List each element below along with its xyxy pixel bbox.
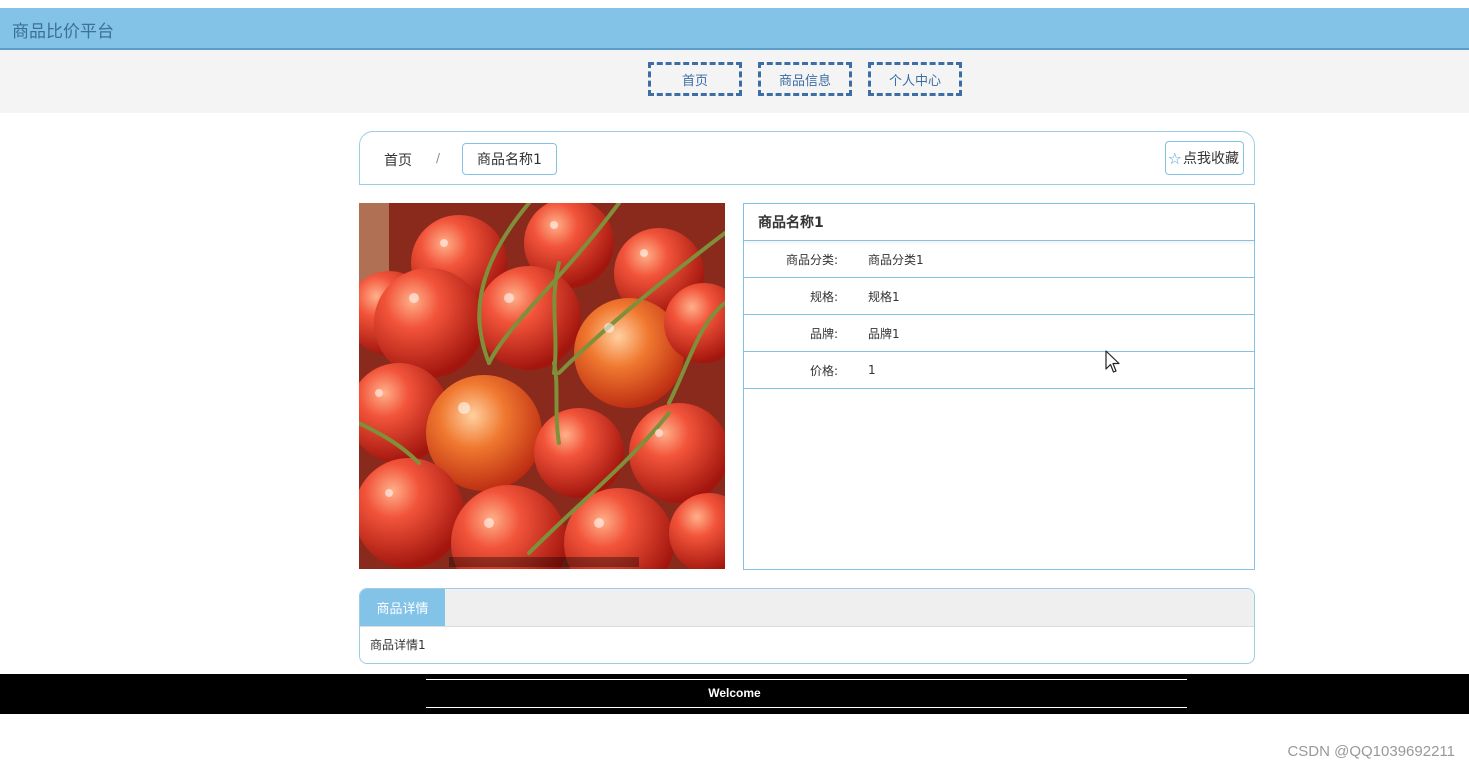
spec-label: 规格: bbox=[809, 289, 838, 304]
cherries-image bbox=[359, 203, 725, 569]
category-label: 商品分类: bbox=[785, 252, 838, 267]
nav-item-user-center[interactable]: 个人中心 bbox=[868, 62, 962, 96]
site-header: 商品比价平台 bbox=[0, 8, 1469, 50]
product-name: 商品名称1 bbox=[744, 204, 1254, 241]
info-row-brand: 品牌: 品牌1 bbox=[744, 315, 1254, 352]
breadcrumb: 首页 / 商品名称1 ☆ 点我收藏 bbox=[359, 131, 1255, 185]
mouse-cursor-icon bbox=[1105, 350, 1120, 373]
info-row-spec: 规格: 规格1 bbox=[744, 278, 1254, 315]
spec-value: 规格1 bbox=[868, 289, 900, 304]
main-nav: 首页 商品信息 个人中心 bbox=[0, 50, 1469, 113]
product-image bbox=[359, 203, 725, 569]
breadcrumb-separator: / bbox=[436, 151, 441, 165]
site-footer: Welcome bbox=[0, 674, 1469, 714]
footer-welcome: Welcome bbox=[708, 686, 761, 700]
brand-label: 品牌: bbox=[809, 326, 838, 341]
info-row-category: 商品分类: 商品分类1 bbox=[744, 241, 1254, 278]
tab-product-detail[interactable]: 商品详情 bbox=[360, 589, 445, 626]
watermark: CSDN @QQ1039692211 bbox=[1287, 743, 1455, 760]
nav-item-product-info[interactable]: 商品信息 bbox=[758, 62, 852, 96]
product-info-panel: 商品名称1 商品分类: 商品分类1 规格: 规格1 品牌: 品牌1 价格: 1 bbox=[743, 203, 1255, 570]
price-label: 价格: bbox=[809, 363, 838, 378]
footer-divider-top bbox=[426, 679, 1187, 680]
star-outline-icon: ☆ bbox=[1167, 148, 1182, 168]
detail-tab-bar: 商品详情 bbox=[360, 589, 1254, 627]
product-detail-panel: 商品详情 商品详情1 bbox=[359, 588, 1255, 664]
price-value: 1 bbox=[868, 363, 876, 377]
brand-value: 品牌1 bbox=[868, 326, 900, 341]
site-title: 商品比价平台 bbox=[12, 22, 114, 42]
nav-item-home[interactable]: 首页 bbox=[648, 62, 742, 96]
top-gap bbox=[0, 0, 1469, 8]
favorite-button-label: 点我收藏 bbox=[1183, 151, 1239, 167]
footer-divider-bottom bbox=[426, 707, 1187, 708]
favorite-button[interactable]: ☆ 点我收藏 bbox=[1164, 141, 1244, 175]
breadcrumb-current: 商品名称1 bbox=[462, 143, 557, 175]
category-value: 商品分类1 bbox=[868, 252, 924, 267]
info-row-price: 价格: 1 bbox=[744, 352, 1254, 389]
breadcrumb-home-link[interactable]: 首页 bbox=[384, 150, 412, 170]
detail-content: 商品详情1 bbox=[370, 638, 426, 652]
